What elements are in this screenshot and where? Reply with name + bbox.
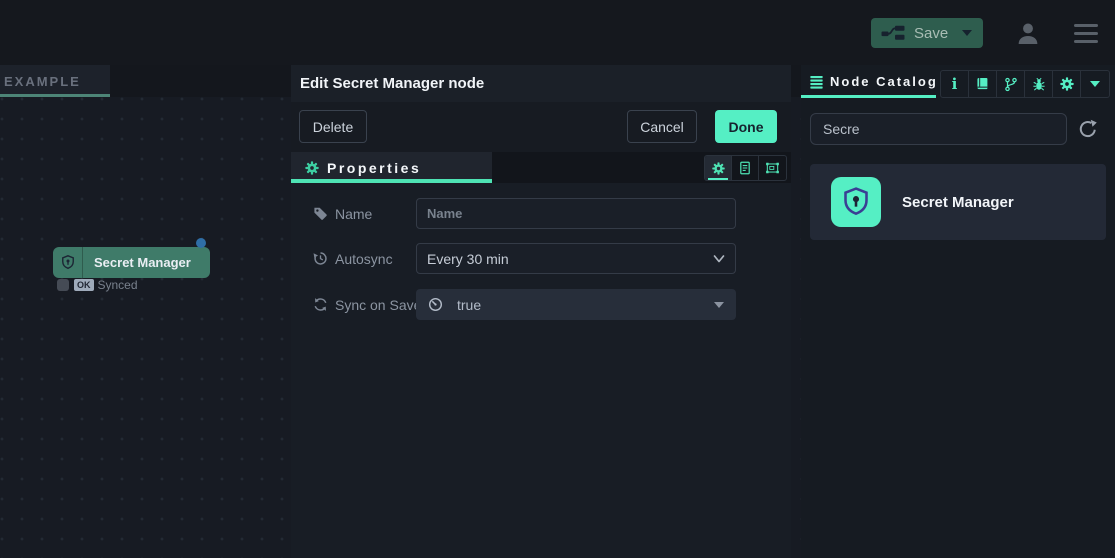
catalog-item-secret-manager[interactable]: Secret Manager	[810, 164, 1106, 240]
chevron-down-icon	[713, 254, 725, 264]
top-header: Save	[0, 0, 1115, 65]
delete-button[interactable]: Delete	[299, 110, 367, 143]
view-description-button[interactable]	[732, 156, 759, 180]
node-status-text: Synced	[98, 278, 138, 292]
refresh-icon[interactable]	[1078, 119, 1098, 139]
history-icon	[313, 251, 328, 266]
gear-icon	[1060, 77, 1074, 91]
boolean-type-icon	[428, 297, 443, 312]
caret-down-icon	[714, 302, 724, 308]
edit-node-panel: Edit Secret Manager node Delete Cancel D…	[291, 65, 791, 558]
menu-bar	[1074, 32, 1098, 35]
view-appearance-button[interactable]	[759, 156, 786, 180]
sync-on-save-field-label: Sync on Save	[313, 289, 421, 320]
catalog-search-input[interactable]	[810, 113, 1067, 145]
sync-on-save-field-row: Sync on Save true	[291, 289, 791, 320]
node-catalog-tab-underline	[801, 95, 936, 98]
workspace-tab-example[interactable]: EXAMPLE	[0, 65, 110, 97]
catalog-toolbar: i	[940, 70, 1110, 98]
shield-icon	[842, 186, 870, 218]
node-icon-box	[53, 247, 83, 278]
tab-properties[interactable]: Properties	[291, 152, 492, 183]
shield-icon	[61, 254, 75, 271]
done-button[interactable]: Done	[715, 110, 777, 143]
deploy-icon	[881, 24, 905, 42]
edit-panel-actions: Delete Cancel Done	[291, 102, 791, 152]
active-tab-underline	[0, 94, 110, 97]
list-icon	[809, 75, 824, 89]
node-status-square-icon	[57, 279, 69, 291]
secret-manager-node[interactable]: Secret Manager	[53, 247, 210, 278]
settings-button[interactable]	[1053, 71, 1081, 97]
branch-icon	[1004, 77, 1018, 92]
sync-on-save-value: true	[457, 297, 481, 313]
name-field-label: Name	[313, 198, 372, 229]
tag-icon	[313, 206, 328, 221]
document-icon	[738, 161, 752, 175]
catalog-item-label: Secret Manager	[902, 164, 1014, 240]
view-properties-button[interactable]	[705, 156, 732, 180]
cancel-button[interactable]: Cancel	[627, 110, 697, 143]
gear-icon	[305, 161, 319, 175]
user-icon[interactable]	[1015, 20, 1041, 46]
hamburger-menu-icon[interactable]	[1074, 24, 1098, 43]
menu-bar	[1074, 40, 1098, 43]
editor-view-switcher	[704, 155, 787, 181]
caret-down-icon	[1090, 81, 1100, 87]
info-button[interactable]: i	[941, 71, 969, 97]
node-label: Secret Manager	[94, 255, 191, 270]
save-button-label: Save	[914, 25, 948, 42]
autosync-field-row: Autosync Every 30 min	[291, 243, 791, 274]
tab-node-catalog[interactable]: Node Catalog	[801, 65, 936, 98]
name-field-row: Name	[291, 198, 791, 229]
sync-on-save-input[interactable]: true	[416, 289, 736, 320]
gear-icon	[712, 162, 725, 175]
node-catalog-tab-label: Node Catalog	[830, 74, 936, 89]
name-input[interactable]	[416, 198, 736, 229]
more-panels-button[interactable]	[1081, 71, 1109, 97]
sync-icon	[313, 297, 328, 312]
autosync-select[interactable]: Every 30 min	[416, 243, 736, 274]
bug-icon	[1032, 77, 1046, 92]
properties-tab-bar: Properties	[291, 152, 791, 183]
autosync-field-label: Autosync	[313, 243, 393, 274]
catalog-item-icon-tile	[831, 177, 881, 227]
object-group-icon	[765, 161, 780, 175]
debug-button[interactable]	[1025, 71, 1053, 97]
edit-panel-title-bar: Edit Secret Manager node	[291, 65, 791, 102]
node-catalog-panel: Node Catalog i	[801, 65, 1115, 558]
menu-bar	[1074, 24, 1098, 27]
workspace-tab-label: EXAMPLE	[4, 74, 81, 89]
autosync-value: Every 30 min	[427, 251, 509, 267]
book-icon	[975, 77, 990, 91]
node-port-dot[interactable]	[196, 238, 206, 248]
node-status-row: OK Synced	[57, 278, 138, 291]
edit-panel-title: Edit Secret Manager node	[300, 75, 484, 92]
properties-tab-underline	[291, 179, 492, 183]
info-icon: i	[952, 77, 958, 92]
node-status-badge: OK	[74, 279, 94, 291]
properties-tab-label: Properties	[327, 160, 421, 176]
save-button[interactable]: Save	[871, 18, 983, 48]
docs-button[interactable]	[969, 71, 997, 97]
branch-button[interactable]	[997, 71, 1025, 97]
save-caret-down-icon	[962, 30, 972, 36]
